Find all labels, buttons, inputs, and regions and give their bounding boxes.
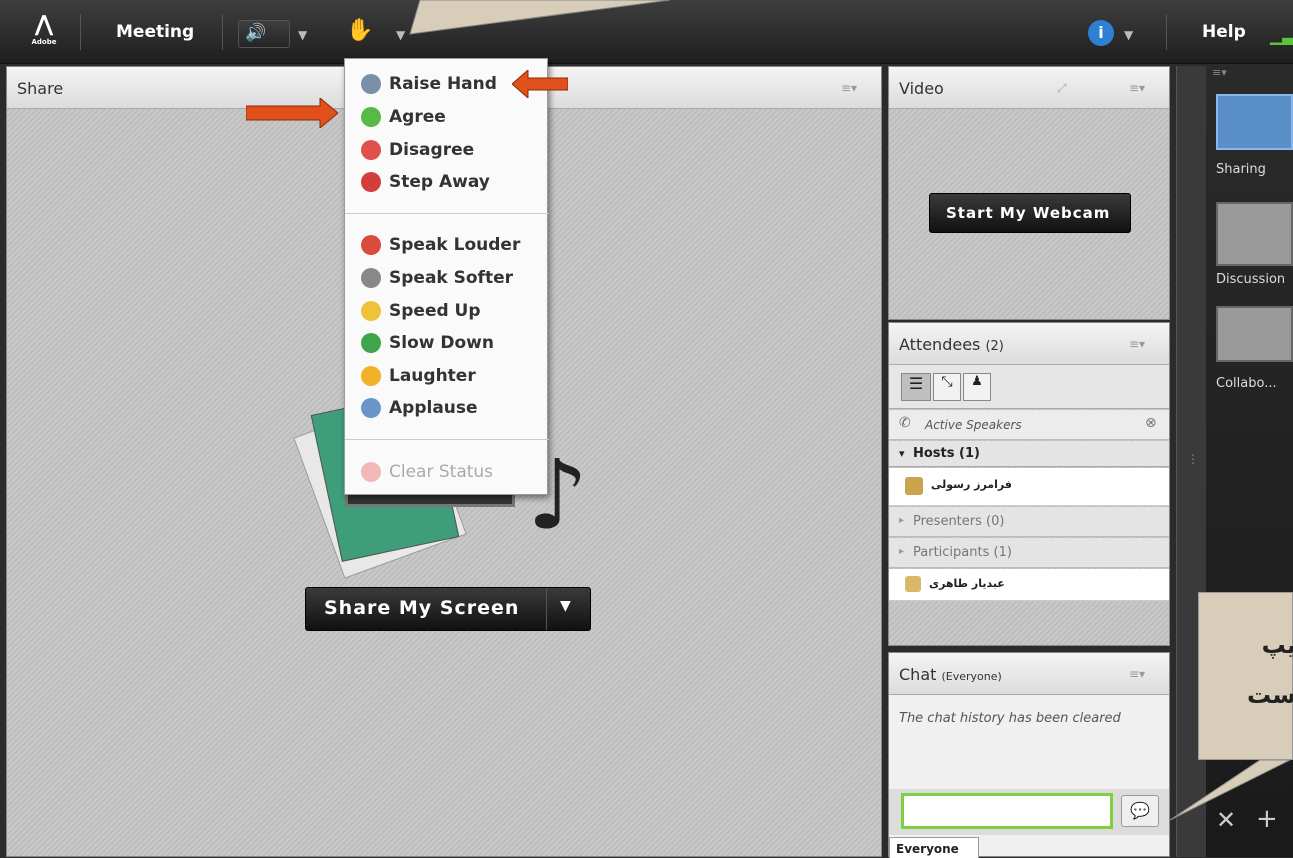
chevron-down-icon[interactable]: ▼ xyxy=(1124,28,1133,42)
callout-arrow-top xyxy=(409,0,671,35)
pod-menu-icon[interactable]: ≡▾ xyxy=(1129,667,1145,681)
hosts-group[interactable]: ▾ Hosts (1) xyxy=(889,441,1169,467)
pointer-arrow-right xyxy=(246,98,338,128)
attendees-pod-header: Attendees (2) ≡▾ xyxy=(889,323,1169,365)
video-pod: Video ⤢ ≡▾ Start My Webcam xyxy=(888,66,1170,320)
chat-scope: (Everyone) xyxy=(941,670,1002,683)
attendee-count: (2) xyxy=(985,339,1004,354)
attendees-title: Attendees xyxy=(899,335,981,354)
share-title: Share xyxy=(17,79,64,98)
layouts-menu-icon[interactable]: ≡▾ xyxy=(1212,66,1227,79)
status-item-disagree[interactable]: Disagree xyxy=(361,137,474,163)
chat-history: The chat history has been cleared xyxy=(899,711,1121,726)
chat-input-area: 💬 xyxy=(889,789,1169,835)
status-item-speak-louder[interactable]: Speak Louder xyxy=(361,232,520,258)
pointer-arrow-left xyxy=(512,70,568,98)
view-toolbar: ☰ ⤡ ♟ xyxy=(889,365,1169,409)
chat-tab-everyone[interactable]: Everyone xyxy=(889,837,979,858)
grid-view-icon[interactable]: ⤡ xyxy=(933,373,961,401)
video-pod-header: Video ⤢ ≡▾ xyxy=(889,67,1169,109)
share-my-screen-button[interactable]: Share My Screen ▼ xyxy=(305,587,591,631)
menu-divider xyxy=(345,213,549,214)
speak-softer-icon xyxy=(361,268,381,288)
pod-menu-icon[interactable]: ≡▾ xyxy=(1129,81,1145,95)
speaker-icon: 🔊 xyxy=(245,23,267,43)
applause-icon xyxy=(361,398,381,418)
divider xyxy=(1166,14,1167,50)
attendees-pod: Attendees (2) ≡▾ ☰ ⤡ ♟ ✆ Active Speakers… xyxy=(888,322,1170,646)
divider xyxy=(80,14,81,50)
start-webcam-button[interactable]: Start My Webcam xyxy=(929,193,1131,233)
raise-hand-icon xyxy=(361,74,381,94)
adobe-logo: ⋀ Adobe xyxy=(31,12,57,46)
pod-menu-icon[interactable]: ≡▾ xyxy=(1129,337,1145,351)
divider xyxy=(222,14,223,50)
status-item-step-away[interactable]: Step Away xyxy=(361,169,490,195)
host-icon xyxy=(905,477,923,495)
info-icon[interactable]: i xyxy=(1088,20,1114,46)
help-menu[interactable]: Help xyxy=(1202,22,1246,42)
phone-icon: ✆ xyxy=(899,415,911,431)
close-icon[interactable]: ⊗ xyxy=(1145,415,1157,431)
raise-hand-status-button[interactable]: ✋ xyxy=(346,18,376,48)
slow-down-icon xyxy=(361,333,381,353)
laughter-icon xyxy=(361,366,381,386)
callout-box: یپ ست xyxy=(1198,592,1293,760)
list-view-icon[interactable]: ☰ xyxy=(901,373,931,401)
video-title: Video xyxy=(899,79,944,98)
chat-pod-header: Chat (Everyone) ≡▾ xyxy=(889,653,1169,695)
signal-icon: ▁▃ xyxy=(1270,26,1293,45)
clear-status-item[interactable]: Clear Status xyxy=(361,459,493,485)
presenters-group[interactable]: ▸ Presenters (0) xyxy=(889,507,1169,537)
layout-thumbnail-discussion[interactable] xyxy=(1216,202,1293,266)
speak-louder-icon xyxy=(361,235,381,255)
clear-status-icon xyxy=(361,462,381,482)
status-item-applause[interactable]: Applause xyxy=(361,395,478,421)
status-item-speak-softer[interactable]: Speak Softer xyxy=(361,265,513,291)
chevron-right-icon: ▸ xyxy=(899,515,905,526)
status-view-icon[interactable]: ♟ xyxy=(963,373,991,401)
attendee-row[interactable]: عبدیار طاهری xyxy=(889,569,1169,601)
layout-thumbnail-sharing[interactable] xyxy=(1216,94,1293,150)
attendee-row[interactable]: فرامرز رسولی xyxy=(889,468,1169,506)
step-away-icon xyxy=(361,172,381,192)
speaker-button[interactable]: 🔊 xyxy=(238,20,290,48)
status-item-agree[interactable]: Agree xyxy=(361,104,446,130)
status-item-slow-down[interactable]: Slow Down xyxy=(361,330,494,356)
layout-thumbnail-collaboration[interactable] xyxy=(1216,306,1293,362)
speed-up-icon xyxy=(361,301,381,321)
chevron-right-icon: ▸ xyxy=(899,546,905,557)
chat-title: Chat xyxy=(899,665,937,684)
chat-pod: Chat (Everyone) ≡▾ The chat history has … xyxy=(888,652,1170,858)
menu-divider xyxy=(345,439,549,440)
chevron-down-icon[interactable]: ▼ xyxy=(560,598,571,614)
meeting-menu[interactable]: Meeting xyxy=(116,22,194,42)
active-speakers-row: ✆ Active Speakers ⊗ xyxy=(889,410,1169,440)
agree-icon xyxy=(361,107,381,127)
status-menu: Raise Hand Agree Disagree Step Away Speak Lo… xyxy=(344,58,549,495)
chevron-down-icon[interactable]: ▼ xyxy=(298,28,307,42)
status-item-speed-up[interactable]: Speed Up xyxy=(361,298,481,324)
participant-icon xyxy=(905,576,921,592)
pod-menu-icon[interactable]: ≡▾ xyxy=(841,81,857,95)
fullscreen-icon[interactable]: ⤢ xyxy=(1057,81,1067,96)
status-item-raise-hand[interactable]: Raise Hand xyxy=(361,71,497,97)
participants-group[interactable]: ▸ Participants (1) xyxy=(889,538,1169,568)
chat-input[interactable] xyxy=(901,793,1113,829)
status-item-laughter[interactable]: Laughter xyxy=(361,363,476,389)
chevron-down-icon: ▾ xyxy=(899,447,905,460)
disagree-icon xyxy=(361,140,381,160)
